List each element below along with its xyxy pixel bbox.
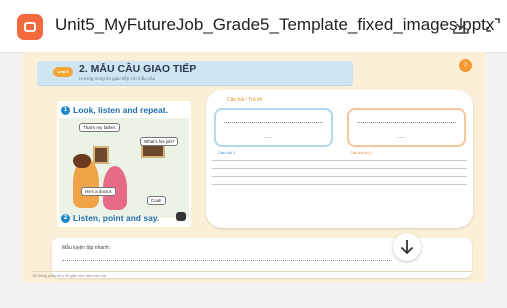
arrow-down-icon [400, 240, 414, 255]
step-1-label: Look, listen and repeat. [73, 105, 168, 115]
grade-badge: Lớp 5 [53, 67, 73, 77]
question-caption: Câu hỏi 1 [218, 150, 236, 155]
qa-header: Câu hỏi / Trả lời [227, 97, 263, 103]
step-1-badge: 1 [61, 106, 70, 115]
audio-icon [176, 212, 186, 221]
title-bar: Unit5_MyFutureJob_Grade5_Template_fixed_… [0, 0, 507, 53]
expand-button[interactable] [484, 16, 502, 36]
section-banner: Lớp 5 2. MẪU CÂU GIAO TIẾP Hướng trong l… [37, 61, 353, 85]
ruled-line [212, 168, 467, 169]
download-button[interactable] [451, 16, 471, 36]
qa-panel: Câu hỏi / Trả lời ...... ...... Câu hỏi … [206, 90, 473, 228]
answer-card: ...... [347, 108, 466, 147]
download-icon [453, 18, 469, 34]
step-2-badge: 2 [61, 214, 70, 223]
step-2-label: Listen, point and say. [73, 213, 160, 223]
slide-footer: Bố thông phần và ly dễ giảm sẽm điện the… [33, 274, 108, 278]
scroll-down-button[interactable] [393, 233, 421, 261]
card-dots: ...... [264, 134, 273, 140]
ruled-line [212, 176, 467, 177]
textbook-illustration [59, 118, 189, 218]
section-subtitle: Hướng trong lời giao tiếp với mẫu câu [79, 76, 156, 81]
expand-icon [486, 18, 500, 32]
practice-label: Mẫu luyện tập nhanh: [62, 245, 111, 251]
card-dots: ...... [397, 134, 406, 140]
ruled-line [212, 160, 467, 161]
question-card: ...... [214, 108, 333, 147]
speech-bubble: What's his job? [140, 137, 179, 146]
slide-number-badge: 3 [459, 59, 472, 72]
hair [73, 154, 91, 168]
wall-photo [93, 146, 109, 164]
ruled-line [212, 184, 467, 185]
textbook-image: 1 Look, listen and repeat. That's my fat… [57, 101, 191, 227]
speech-bubble: Cool! [147, 196, 166, 205]
footer-divider [33, 271, 473, 272]
file-title: Unit5_MyFutureJob_Grade5_Template_fixed_… [55, 15, 495, 34]
section-title: 2. MẪU CÂU GIAO TIẾP [79, 63, 197, 75]
speech-bubble: That's my father. [79, 123, 121, 132]
presentation-icon [17, 14, 43, 40]
dotted-line [62, 260, 392, 261]
answer-caption: Câu trả lời 1 [350, 150, 372, 155]
speech-bubble: He's a doctor. [81, 187, 117, 196]
